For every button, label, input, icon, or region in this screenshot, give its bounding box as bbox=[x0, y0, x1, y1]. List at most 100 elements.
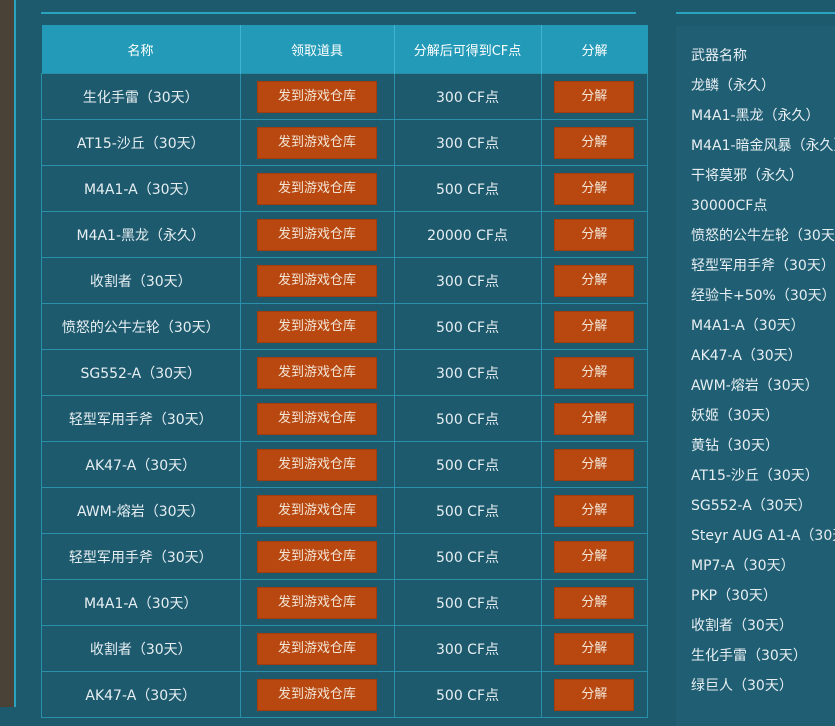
claim-cell: 发到游戏仓库 bbox=[239, 119, 395, 166]
table-row: AT15-沙丘（30天） 发到游戏仓库 300 CF点 分解 bbox=[41, 119, 648, 166]
send-to-warehouse-button[interactable]: 发到游戏仓库 bbox=[257, 126, 377, 159]
decompose-cell: 分解 bbox=[540, 625, 648, 672]
claim-cell: 发到游戏仓库 bbox=[239, 487, 395, 534]
item-name: AK47-A（30天） bbox=[41, 671, 241, 718]
decompose-button[interactable]: 分解 bbox=[554, 540, 635, 573]
decompose-cell: 分解 bbox=[540, 671, 648, 718]
table-row: 愤怒的公牛左轮（30天） 发到游戏仓库 500 CF点 分解 bbox=[41, 303, 648, 350]
left-border-strip bbox=[0, 0, 14, 707]
send-to-warehouse-button[interactable]: 发到游戏仓库 bbox=[257, 172, 377, 205]
left-border-edge bbox=[14, 0, 16, 707]
send-to-warehouse-button[interactable]: 发到游戏仓库 bbox=[257, 448, 377, 481]
decompose-cell: 分解 bbox=[540, 211, 648, 258]
claim-cell: 发到游戏仓库 bbox=[239, 533, 395, 580]
weapon-list-item: 经验卡+50%（30天） bbox=[691, 288, 835, 304]
cf-points: 300 CF点 bbox=[393, 625, 542, 672]
table-row: M4A1-黑龙（永久） 发到游戏仓库 20000 CF点 分解 bbox=[41, 211, 648, 258]
weapon-list-item: AT15-沙丘（30天） bbox=[691, 468, 819, 484]
decompose-button[interactable]: 分解 bbox=[554, 402, 635, 435]
item-name: 愤怒的公牛左轮（30天） bbox=[41, 303, 241, 350]
send-to-warehouse-button[interactable]: 发到游戏仓库 bbox=[257, 494, 377, 527]
header-cf: 分解后可得到CF点 bbox=[394, 25, 542, 74]
table-row: 轻型军用手斧（30天） 发到游戏仓库 500 CF点 分解 bbox=[41, 395, 648, 442]
weapon-list-item: 干将莫邪（永久） bbox=[691, 168, 803, 184]
weapon-list-item: AWM-熔岩（30天） bbox=[691, 378, 819, 394]
decompose-button[interactable]: 分解 bbox=[554, 310, 635, 343]
cf-points: 500 CF点 bbox=[393, 395, 542, 442]
send-to-warehouse-button[interactable]: 发到游戏仓库 bbox=[257, 80, 377, 113]
send-to-warehouse-button[interactable]: 发到游戏仓库 bbox=[257, 632, 377, 665]
weapon-list: 武器名称 龙鳞（永久） M4A1-黑龙（永久） M4A1-暗金风暴（永久） 干将莫邪（… bbox=[691, 41, 835, 701]
item-name: M4A1-A（30天） bbox=[41, 579, 241, 626]
claim-cell: 发到游戏仓库 bbox=[239, 395, 395, 442]
weapon-list-item: 绿巨人（30天） bbox=[691, 678, 793, 694]
decompose-button[interactable]: 分解 bbox=[554, 586, 635, 619]
claim-cell: 发到游戏仓库 bbox=[239, 625, 395, 672]
decompose-cell: 分解 bbox=[540, 349, 648, 396]
decompose-button[interactable]: 分解 bbox=[554, 356, 635, 389]
table-row: AK47-A（30天） 发到游戏仓库 500 CF点 分解 bbox=[41, 441, 648, 488]
weapon-list-item: 妖姬（30天） bbox=[691, 408, 779, 424]
weapon-list-item: M4A1-A（30天） bbox=[691, 318, 805, 334]
weapon-list-item: 收割者（30天） bbox=[691, 618, 793, 634]
weapon-list-item: PKP（30天） bbox=[691, 588, 777, 604]
send-to-warehouse-button[interactable]: 发到游戏仓库 bbox=[257, 586, 377, 619]
item-name: AK47-A（30天） bbox=[41, 441, 241, 488]
send-to-warehouse-button[interactable]: 发到游戏仓库 bbox=[257, 218, 377, 251]
claim-cell: 发到游戏仓库 bbox=[239, 671, 395, 718]
item-name: AT15-沙丘（30天） bbox=[41, 119, 241, 166]
send-to-warehouse-button[interactable]: 发到游戏仓库 bbox=[257, 264, 377, 297]
decompose-cell: 分解 bbox=[540, 395, 648, 442]
decompose-cell: 分解 bbox=[540, 487, 648, 534]
claim-cell: 发到游戏仓库 bbox=[239, 441, 395, 488]
cf-points: 500 CF点 bbox=[393, 487, 542, 534]
item-name: 轻型军用手斧（30天） bbox=[41, 533, 241, 580]
send-to-warehouse-button[interactable]: 发到游戏仓库 bbox=[257, 678, 377, 711]
weapon-list-item: SG552-A（30天） bbox=[691, 498, 812, 514]
items-table: 名称 领取道具 分解后可得到CF点 分解 生化手雷（30天） 发到游戏仓库 300 … bbox=[41, 25, 648, 718]
decompose-button[interactable]: 分解 bbox=[554, 80, 635, 113]
weapon-list-item: 30000CF点 bbox=[691, 198, 768, 214]
claim-cell: 发到游戏仓库 bbox=[239, 579, 395, 626]
cf-points: 300 CF点 bbox=[393, 119, 542, 166]
cf-points: 500 CF点 bbox=[393, 165, 542, 212]
decompose-button[interactable]: 分解 bbox=[554, 126, 635, 159]
table-row: 收割者（30天） 发到游戏仓库 300 CF点 分解 bbox=[41, 257, 648, 304]
item-name: 收割者（30天） bbox=[41, 257, 241, 304]
decompose-cell: 分解 bbox=[540, 257, 648, 304]
send-to-warehouse-button[interactable]: 发到游戏仓库 bbox=[257, 310, 377, 343]
send-to-warehouse-button[interactable]: 发到游戏仓库 bbox=[257, 402, 377, 435]
table-row: AK47-A（30天） 发到游戏仓库 500 CF点 分解 bbox=[41, 671, 648, 718]
table-header-row: 名称 领取道具 分解后可得到CF点 分解 bbox=[41, 25, 648, 74]
send-to-warehouse-button[interactable]: 发到游戏仓库 bbox=[257, 540, 377, 573]
send-to-warehouse-button[interactable]: 发到游戏仓库 bbox=[257, 356, 377, 389]
cf-points: 500 CF点 bbox=[393, 303, 542, 350]
item-name: M4A1-A（30天） bbox=[41, 165, 241, 212]
weapon-list-item: 黄钻（30天） bbox=[691, 438, 779, 454]
cf-points: 300 CF点 bbox=[393, 257, 542, 304]
item-name: AWM-熔岩（30天） bbox=[41, 487, 241, 534]
item-name: M4A1-黑龙（永久） bbox=[41, 211, 241, 258]
claim-cell: 发到游戏仓库 bbox=[239, 211, 395, 258]
item-name: 轻型军用手斧（30天） bbox=[41, 395, 241, 442]
table-row: SG552-A（30天） 发到游戏仓库 300 CF点 分解 bbox=[41, 349, 648, 396]
header-decompose: 分解 bbox=[541, 25, 648, 74]
decompose-button[interactable]: 分解 bbox=[554, 264, 635, 297]
decompose-button[interactable]: 分解 bbox=[554, 678, 635, 711]
decompose-button[interactable]: 分解 bbox=[554, 448, 635, 481]
table-row: 轻型军用手斧（30天） 发到游戏仓库 500 CF点 分解 bbox=[41, 533, 648, 580]
claim-cell: 发到游戏仓库 bbox=[239, 303, 395, 350]
table-row: M4A1-A（30天） 发到游戏仓库 500 CF点 分解 bbox=[41, 165, 648, 212]
cf-points: 300 CF点 bbox=[393, 73, 542, 120]
decompose-button[interactable]: 分解 bbox=[554, 632, 635, 665]
weapon-list-panel: 武器名称 龙鳞（永久） M4A1-黑龙（永久） M4A1-暗金风暴（永久） 干将莫邪（… bbox=[676, 26, 835, 726]
item-name: SG552-A（30天） bbox=[41, 349, 241, 396]
table-row: M4A1-A（30天） 发到游戏仓库 500 CF点 分解 bbox=[41, 579, 648, 626]
cf-points: 500 CF点 bbox=[393, 441, 542, 488]
decompose-button[interactable]: 分解 bbox=[554, 218, 635, 251]
decompose-cell: 分解 bbox=[540, 119, 648, 166]
decompose-button[interactable]: 分解 bbox=[554, 172, 635, 205]
section-divider bbox=[41, 12, 636, 14]
decompose-button[interactable]: 分解 bbox=[554, 494, 635, 527]
cf-points: 500 CF点 bbox=[393, 671, 542, 718]
